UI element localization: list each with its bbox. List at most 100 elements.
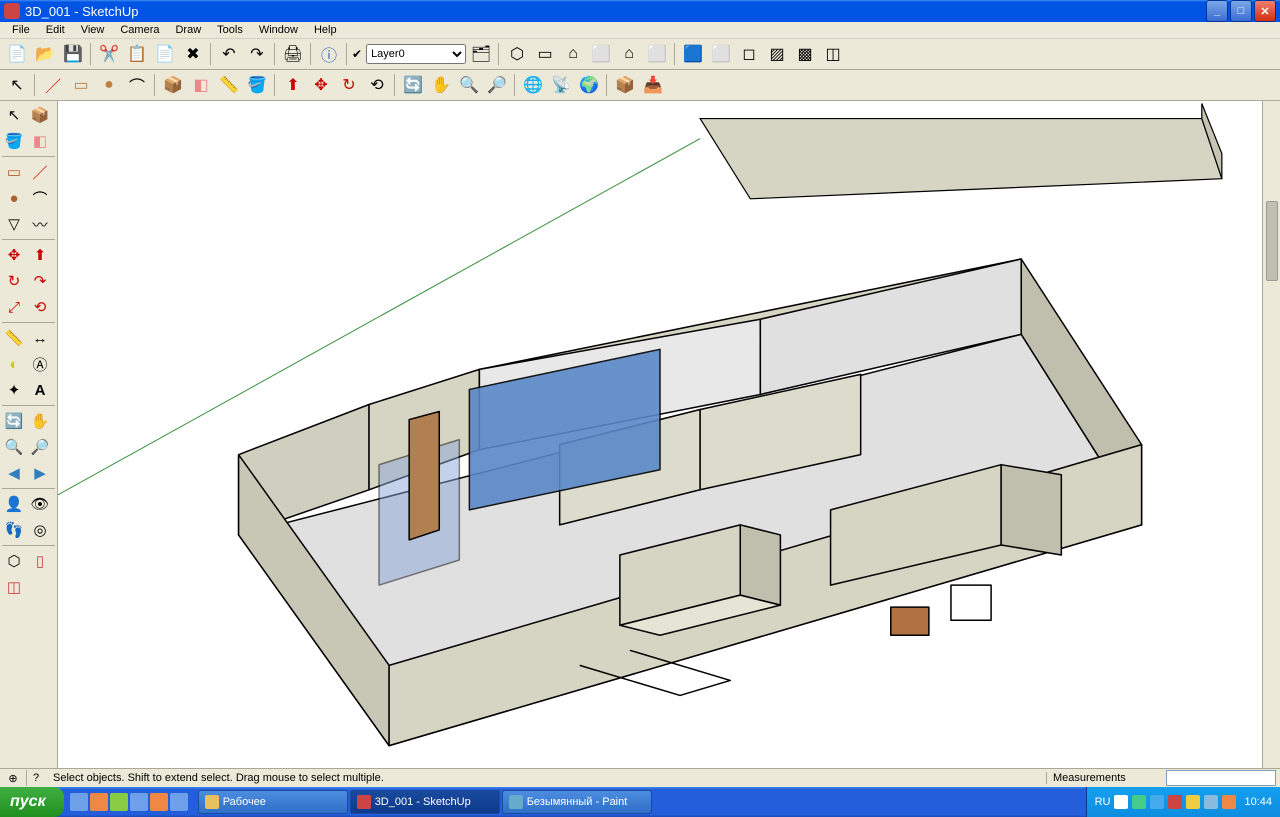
open-file-icon[interactable]: 📂 [32, 41, 58, 67]
zoom-window-icon[interactable]: 🔎 [28, 435, 52, 459]
rectangle-icon[interactable]: ▭ [2, 160, 26, 184]
component-icon[interactable]: 📦 [28, 103, 52, 127]
shaded-textures-icon[interactable]: 🟦 [680, 41, 706, 67]
dimension-icon[interactable]: ↔ [28, 326, 52, 350]
task-item[interactable]: Безымянный - Paint [502, 790, 652, 814]
hidden-line-icon[interactable]: ▨ [764, 41, 790, 67]
ql-icon[interactable] [90, 793, 108, 811]
orbit-icon[interactable]: 🔄 [2, 409, 26, 433]
ql-icon[interactable] [150, 793, 168, 811]
rotate-icon[interactable]: ↻ [2, 269, 26, 293]
select-tool-icon[interactable]: ↖ [4, 72, 30, 98]
ql-icon[interactable] [130, 793, 148, 811]
circle-icon[interactable]: ● [2, 186, 26, 210]
select-tool-icon[interactable]: ↖ [2, 103, 26, 127]
section-cut-icon[interactable]: ▯ [28, 549, 52, 573]
minimize-button[interactable]: _ [1206, 0, 1228, 22]
close-button[interactable]: ✕ [1254, 0, 1276, 22]
arc-tool-icon[interactable]: ⌒ [124, 72, 150, 98]
tray-icon[interactable] [1132, 795, 1146, 809]
tape-measure-icon[interactable]: 📏 [216, 72, 242, 98]
vertical-scrollbar[interactable] [1262, 101, 1280, 768]
polygon-icon[interactable]: ▽ [2, 212, 26, 236]
walk-icon[interactable]: 👣 [2, 518, 26, 542]
undo-icon[interactable]: ↶ [216, 41, 242, 67]
pan-icon[interactable]: ✋ [28, 409, 52, 433]
front-view-icon[interactable]: ⌂ [560, 41, 586, 67]
tray-icon[interactable] [1114, 795, 1128, 809]
menu-edit[interactable]: Edit [38, 22, 73, 38]
tape-icon[interactable]: 📏 [2, 326, 26, 350]
model-info-icon[interactable]: ⓘ [316, 41, 342, 67]
extra-tool-icon[interactable]: ◫ [2, 575, 26, 599]
eraser-icon[interactable]: ◧ [28, 129, 52, 153]
freehand-icon[interactable]: 〰 [28, 212, 52, 236]
right-view-icon[interactable]: ⬜ [588, 41, 614, 67]
position-camera-icon[interactable]: 👤 [2, 492, 26, 516]
save-icon[interactable]: 💾 [60, 41, 86, 67]
text-icon[interactable]: Ⓐ [28, 352, 52, 376]
follow-me-icon[interactable]: ↷ [28, 269, 52, 293]
menu-camera[interactable]: Camera [112, 22, 167, 38]
3d-viewport[interactable] [58, 101, 1262, 768]
menu-view[interactable]: View [73, 22, 113, 38]
menu-tools[interactable]: Tools [209, 22, 251, 38]
ql-icon[interactable] [170, 793, 188, 811]
export-icon[interactable]: 📦 [612, 72, 638, 98]
next-icon[interactable]: ▶ [28, 461, 52, 485]
move-tool-icon[interactable]: ✥ [308, 72, 334, 98]
offset-icon[interactable]: ⟲ [28, 295, 52, 319]
arc-icon[interactable]: ⌒ [28, 186, 52, 210]
line-icon[interactable]: ／ [28, 160, 52, 184]
pan-tool-icon[interactable]: ✋ [428, 72, 454, 98]
zoom-extents-icon[interactable]: 🔎 [484, 72, 510, 98]
menu-file[interactable]: File [4, 22, 38, 38]
new-file-icon[interactable]: 📄 [4, 41, 30, 67]
top-view-icon[interactable]: ▭ [532, 41, 558, 67]
monochrome-icon[interactable]: ▩ [792, 41, 818, 67]
delete-icon[interactable]: ✖ [180, 41, 206, 67]
tray-icon[interactable] [1150, 795, 1164, 809]
share-model-icon[interactable]: 📡 [548, 72, 574, 98]
google-earth-icon[interactable]: 🌍 [576, 72, 602, 98]
left-view-icon[interactable]: ⬜ [644, 41, 670, 67]
help-icon[interactable]: ? [27, 769, 45, 787]
zoom-icon[interactable]: 🔍 [2, 435, 26, 459]
rectangle-tool-icon[interactable]: ▭ [68, 72, 94, 98]
layer-dropdown[interactable]: Layer0 [366, 44, 466, 64]
tray-icon[interactable] [1186, 795, 1200, 809]
previous-icon[interactable]: ◀ [2, 461, 26, 485]
display-section-icon[interactable]: ⬡ [2, 549, 26, 573]
back-view-icon[interactable]: ⌂ [616, 41, 642, 67]
3d-text-icon[interactable]: A [28, 378, 52, 402]
menu-window[interactable]: Window [251, 22, 306, 38]
menu-help[interactable]: Help [306, 22, 345, 38]
ql-icon[interactable] [70, 793, 88, 811]
print-icon[interactable]: 🖨 [280, 41, 306, 67]
xray-icon[interactable]: ◫ [820, 41, 846, 67]
clock[interactable]: 10:44 [1240, 796, 1272, 808]
orbit-tool-icon[interactable]: 🔄 [400, 72, 426, 98]
paste-icon[interactable]: 📄 [152, 41, 178, 67]
offset-tool-icon[interactable]: ⟲ [364, 72, 390, 98]
tray-icon[interactable] [1222, 795, 1236, 809]
scale-icon[interactable]: ⤢ [2, 295, 26, 319]
paint-bucket-icon[interactable]: 🪣 [244, 72, 270, 98]
scrollbar-thumb[interactable] [1266, 201, 1278, 281]
protractor-icon[interactable]: ◐ [2, 352, 26, 376]
make-component-icon[interactable]: 📦 [160, 72, 186, 98]
push-pull-icon[interactable]: ⬆ [28, 243, 52, 267]
tray-icon[interactable] [1204, 795, 1218, 809]
line-tool-icon[interactable]: ／ [40, 72, 66, 98]
task-item[interactable]: 3D_001 - SketchUp [350, 790, 500, 814]
measurements-input[interactable] [1166, 770, 1276, 786]
layer-visible-check[interactable]: ✔ [352, 47, 362, 61]
menu-draw[interactable]: Draw [167, 22, 209, 38]
circle-tool-icon[interactable]: ● [96, 72, 122, 98]
zoom-tool-icon[interactable]: 🔍 [456, 72, 482, 98]
tray-icon[interactable] [1168, 795, 1182, 809]
redo-icon[interactable]: ↷ [244, 41, 270, 67]
ql-icon[interactable] [110, 793, 128, 811]
import-icon[interactable]: 📥 [640, 72, 666, 98]
cut-icon[interactable]: ✂️ [96, 41, 122, 67]
